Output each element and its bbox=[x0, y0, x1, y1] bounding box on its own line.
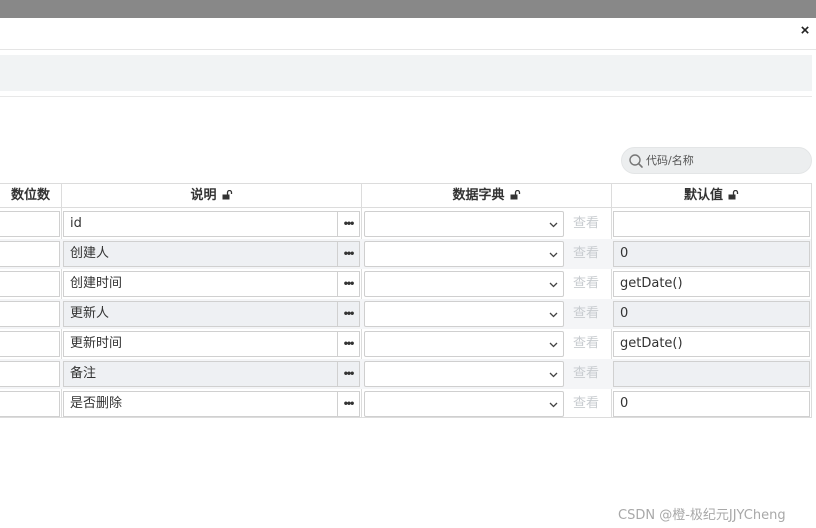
column-header-description[interactable]: 说明 bbox=[62, 184, 361, 208]
more-button[interactable]: ••• bbox=[337, 391, 360, 417]
view-link[interactable]: 查看 bbox=[573, 361, 599, 387]
description-input[interactable]: 备注 bbox=[63, 361, 337, 387]
toolbar-band bbox=[0, 55, 812, 91]
column-header-default[interactable]: 默认值 bbox=[612, 184, 811, 208]
search-icon[interactable] bbox=[628, 153, 644, 169]
table-row: 创建人 ••• 查看 0 bbox=[0, 239, 811, 269]
view-link[interactable]: 查看 bbox=[573, 301, 599, 327]
default-value-input[interactable]: getDate() bbox=[613, 331, 810, 357]
default-value-input[interactable]: 0 bbox=[613, 241, 810, 267]
column-header-decimal: 数位数 bbox=[0, 184, 61, 208]
description-input[interactable]: 创建人 bbox=[63, 241, 337, 267]
dictionary-select[interactable] bbox=[364, 211, 564, 237]
description-input[interactable]: 更新人 bbox=[63, 301, 337, 327]
view-link[interactable]: 查看 bbox=[573, 271, 599, 297]
table-row: 备注 ••• 查看 bbox=[0, 359, 811, 389]
search-box bbox=[621, 147, 812, 174]
more-button[interactable]: ••• bbox=[337, 361, 360, 387]
description-input[interactable]: id bbox=[63, 211, 337, 237]
more-button[interactable]: ••• bbox=[337, 271, 360, 297]
chevron-down-icon bbox=[549, 252, 558, 258]
column-header-description-label: 说明 bbox=[190, 188, 217, 203]
column-header-dictionary[interactable]: 数据字典 bbox=[362, 184, 611, 208]
toolbar-divider bbox=[0, 96, 812, 97]
more-button[interactable]: ••• bbox=[337, 301, 360, 327]
chevron-down-icon bbox=[549, 222, 558, 228]
description-input[interactable]: 是否删除 bbox=[63, 391, 337, 417]
decimal-places-input[interactable] bbox=[0, 391, 60, 417]
column-header-default-label: 默认值 bbox=[683, 188, 723, 203]
dictionary-select[interactable] bbox=[364, 331, 564, 357]
more-button[interactable]: ••• bbox=[337, 211, 360, 237]
dictionary-select[interactable] bbox=[364, 301, 564, 327]
table-row: 创建时间 ••• 查看 getDate() bbox=[0, 269, 811, 299]
chevron-down-icon bbox=[549, 402, 558, 408]
table-row: 更新人 ••• 查看 0 bbox=[0, 299, 811, 329]
chevron-down-icon bbox=[549, 342, 558, 348]
decimal-places-input[interactable] bbox=[0, 241, 60, 267]
close-icon[interactable]: × bbox=[798, 22, 812, 40]
description-input[interactable]: 更新时间 bbox=[63, 331, 337, 357]
column-header-decimal-label: 数位数 bbox=[10, 188, 50, 203]
unlock-icon[interactable] bbox=[222, 190, 233, 200]
view-link[interactable]: 查看 bbox=[573, 241, 599, 267]
search-input[interactable] bbox=[646, 148, 806, 173]
default-value-input[interactable]: 0 bbox=[613, 391, 810, 417]
chevron-down-icon bbox=[549, 282, 558, 288]
decimal-places-input[interactable] bbox=[0, 331, 60, 357]
decimal-places-input[interactable] bbox=[0, 361, 60, 387]
header-divider bbox=[0, 49, 816, 50]
unlock-icon[interactable] bbox=[510, 190, 521, 200]
dictionary-select[interactable] bbox=[364, 391, 564, 417]
window-top-bar bbox=[0, 0, 816, 18]
column-header-dictionary-label: 数据字典 bbox=[452, 188, 505, 203]
default-value-input[interactable]: getDate() bbox=[613, 271, 810, 297]
more-button[interactable]: ••• bbox=[337, 241, 360, 267]
default-value-input[interactable]: 0 bbox=[613, 301, 810, 327]
decimal-places-input[interactable] bbox=[0, 211, 60, 237]
chevron-down-icon bbox=[549, 312, 558, 318]
decimal-places-input[interactable] bbox=[0, 271, 60, 297]
table-row: id ••• 查看 bbox=[0, 209, 811, 239]
table-row: 是否删除 ••• 查看 0 bbox=[0, 389, 811, 419]
dictionary-select[interactable] bbox=[364, 241, 564, 267]
more-button[interactable]: ••• bbox=[337, 331, 360, 357]
description-input[interactable]: 创建时间 bbox=[63, 271, 337, 297]
decimal-places-input[interactable] bbox=[0, 301, 60, 327]
watermark: CSDN @橙-极纪元JJYCheng bbox=[618, 508, 786, 523]
unlock-icon[interactable] bbox=[728, 190, 739, 200]
view-link[interactable]: 查看 bbox=[573, 391, 599, 417]
fields-table: 数位数 说明 数据字典 默认值 id ••• 查看 创建人 ••• 查看 0 创建时间 ••• 查… bbox=[0, 183, 812, 418]
dictionary-select[interactable] bbox=[364, 271, 564, 297]
view-link[interactable]: 查看 bbox=[573, 211, 599, 237]
table-row: 更新时间 ••• 查看 getDate() bbox=[0, 329, 811, 359]
chevron-down-icon bbox=[549, 372, 558, 378]
default-value-input[interactable] bbox=[613, 211, 810, 237]
view-link[interactable]: 查看 bbox=[573, 331, 599, 357]
default-value-input[interactable] bbox=[613, 361, 810, 387]
dictionary-select[interactable] bbox=[364, 361, 564, 387]
